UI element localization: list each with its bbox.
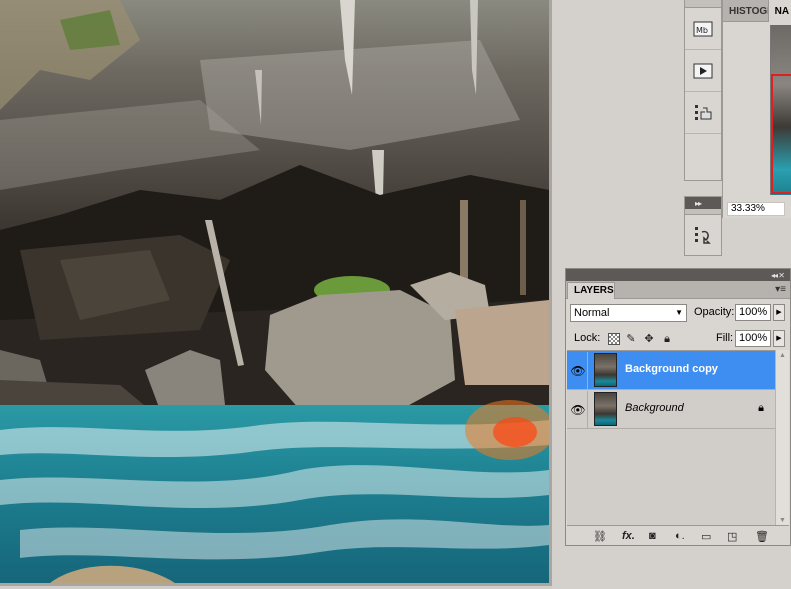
clone-source-icon[interactable] bbox=[685, 92, 721, 134]
lock-image-pixels-icon[interactable]: ✎ bbox=[625, 333, 637, 345]
layers-scrollbar[interactable]: ▲ ▼ bbox=[775, 350, 789, 526]
fill-slider-button[interactable]: ▶ bbox=[773, 330, 785, 347]
link-layers-icon[interactable]: ⛓ bbox=[593, 530, 607, 543]
svg-text:Mb: Mb bbox=[696, 26, 708, 35]
collapse-arrows-icon[interactable]: ◂◂ ✕ bbox=[771, 271, 785, 280]
collapsed-panel-strip-2: ▸▸ bbox=[684, 196, 722, 256]
panel-grip[interactable] bbox=[685, 0, 721, 8]
fill-label: Fill: bbox=[716, 332, 734, 344]
lock-all-icon[interactable]: 🔒︎ bbox=[661, 333, 673, 345]
play-actions-icon[interactable] bbox=[685, 50, 721, 92]
layer-name[interactable]: Background copy bbox=[625, 363, 718, 375]
layers-footer: ⛓ fx. ◙ ◐. ▭ ◳ 🗑︎ bbox=[567, 525, 789, 545]
layer-row-background-copy[interactable]: 👁︎ Background copy bbox=[567, 351, 776, 390]
navigator-view-box[interactable] bbox=[771, 74, 791, 194]
tab-navigator[interactable]: NA bbox=[767, 0, 791, 22]
layer-lock-icon: 🔒︎ bbox=[758, 402, 764, 414]
chevron-down-icon: ▼ bbox=[675, 308, 683, 317]
lock-position-icon[interactable]: ✥ bbox=[643, 333, 655, 345]
zoom-field[interactable]: 33.33% bbox=[727, 202, 785, 216]
collapsed-panel-strip: Mb bbox=[684, 0, 722, 181]
canvas-edge-bottom bbox=[0, 583, 552, 586]
layers-panel: ◂◂ ✕ LAYERS ▾≡ Normal ▼ Opacity: 100% ▶ … bbox=[565, 268, 791, 546]
add-mask-icon[interactable]: ◙ bbox=[649, 530, 656, 542]
panel-collapse-bar[interactable]: ◂◂ ✕ bbox=[566, 269, 790, 281]
layer-name[interactable]: Background bbox=[625, 402, 684, 414]
blend-mode-select[interactable]: Normal ▼ bbox=[570, 304, 687, 322]
layer-thumbnail[interactable] bbox=[594, 353, 617, 387]
canvas-photo bbox=[0, 0, 549, 583]
opacity-field[interactable]: 100% bbox=[735, 304, 771, 321]
opacity-label: Opacity: bbox=[694, 306, 735, 318]
blend-mode-value: Normal bbox=[574, 307, 610, 319]
delete-layer-icon[interactable]: 🗑︎ bbox=[755, 530, 769, 543]
visibility-eye-icon[interactable]: 👁︎ bbox=[569, 391, 588, 428]
history-icon[interactable] bbox=[685, 215, 721, 255]
document-canvas[interactable] bbox=[0, 0, 549, 583]
adjustment-layer-icon[interactable]: ◐. bbox=[675, 530, 685, 542]
tab-layers[interactable]: LAYERS bbox=[567, 282, 615, 299]
scroll-up-icon[interactable]: ▲ bbox=[779, 352, 786, 359]
lock-label: Lock: bbox=[574, 332, 601, 344]
new-layer-icon[interactable]: ◳ bbox=[727, 530, 737, 543]
layer-thumbnail[interactable] bbox=[594, 392, 617, 426]
mini-bridge-icon[interactable]: Mb bbox=[685, 8, 721, 50]
opacity-slider-button[interactable]: ▶ bbox=[773, 304, 785, 321]
scroll-down-icon[interactable]: ▼ bbox=[779, 517, 786, 524]
fill-field[interactable]: 100% bbox=[735, 330, 771, 347]
panel-menu-icon[interactable]: ▾≡ bbox=[775, 284, 786, 295]
layer-row-background[interactable]: 👁︎ Background 🔒︎ bbox=[567, 390, 776, 429]
lock-transparent-pixels-icon[interactable] bbox=[608, 333, 620, 345]
navigator-panel: HISTOGR NA 33.33% bbox=[722, 0, 791, 218]
expand-panel-arrows[interactable]: ▸▸ bbox=[685, 197, 721, 209]
layer-style-icon[interactable]: fx. bbox=[622, 530, 635, 542]
new-group-icon[interactable]: ▭ bbox=[701, 530, 711, 543]
layers-list: 👁︎ Background copy 👁︎ Background 🔒︎ bbox=[567, 350, 776, 526]
visibility-eye-icon[interactable]: 👁︎ bbox=[569, 352, 588, 389]
tab-histogram[interactable]: HISTOGR bbox=[723, 0, 768, 22]
